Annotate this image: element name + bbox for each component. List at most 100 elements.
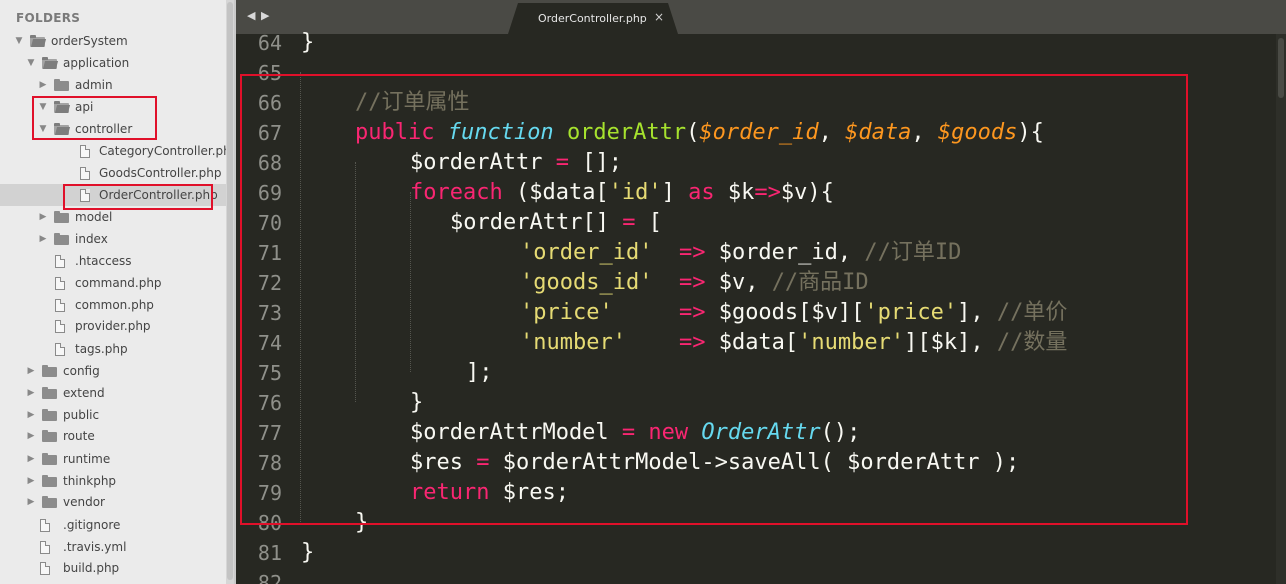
code-token: ($data[ — [502, 180, 609, 205]
sidebar-item[interactable]: ▶ model — [0, 206, 226, 228]
back-arrow-icon[interactable]: ◀ — [247, 9, 255, 22]
code-line[interactable]: $orderAttr = []; — [410, 148, 622, 178]
forward-arrow-icon[interactable]: ▶ — [261, 9, 269, 22]
sidebar-item[interactable]: tags.php — [0, 338, 226, 360]
sidebar-item-label: orderSystem — [51, 34, 128, 48]
code-token: //订单属性 — [355, 90, 470, 115]
sidebar-item[interactable]: build.php — [0, 557, 226, 579]
code-token: = — [622, 210, 636, 235]
code-line[interactable]: public function orderAttr($order_id, $da… — [355, 118, 1044, 148]
collapse-arrow-icon[interactable]: ▶ — [26, 360, 36, 382]
code-line[interactable]: $res = $orderAttrModel->saveAll( $orderA… — [410, 448, 1019, 478]
sidebar-item[interactable]: ▶ extend — [0, 382, 226, 404]
code-line[interactable]: 'order_id' => $order_id, //订单ID — [520, 238, 961, 268]
collapse-arrow-icon[interactable]: ▶ — [38, 74, 48, 96]
code-token: ], — [957, 300, 997, 325]
code-token: //单价 — [996, 300, 1068, 325]
code-token: //商品ID — [771, 270, 869, 295]
sidebar-item[interactable]: .gitignore — [0, 514, 226, 536]
code-line[interactable]: } — [301, 28, 314, 58]
file-icon — [55, 277, 65, 290]
expand-arrow-icon[interactable]: ▼ — [38, 118, 48, 140]
sidebar-item[interactable]: ▶ config — [0, 360, 226, 382]
tab-order-controller[interactable]: OrderController.php × — [508, 3, 678, 34]
code-token: 'id' — [608, 180, 662, 205]
close-icon[interactable]: × — [654, 10, 664, 24]
code-token: new — [648, 420, 702, 445]
expand-arrow-icon[interactable]: ▼ — [38, 96, 48, 118]
sidebar-item[interactable]: ▼ controller — [0, 118, 226, 140]
editor-scrollbar[interactable] — [1276, 34, 1286, 584]
collapse-arrow-icon[interactable]: ▶ — [26, 491, 36, 513]
collapse-arrow-icon[interactable]: ▶ — [26, 382, 36, 404]
expand-arrow-icon[interactable]: ▼ — [14, 30, 24, 52]
line-number: 64 — [257, 31, 282, 55]
sidebar-item[interactable]: ▶ thinkphp — [0, 470, 226, 492]
sidebar-item[interactable]: ▶ public — [0, 404, 226, 426]
sidebar-item[interactable]: ▶ admin — [0, 74, 226, 96]
code-line[interactable]: //订单属性 — [355, 88, 470, 118]
code-line[interactable]: } — [355, 508, 368, 538]
sidebar-item-label: extend — [63, 386, 105, 400]
sidebar-item-label: api — [75, 100, 94, 114]
sidebar-item[interactable]: OrderController.php — [0, 184, 226, 206]
code-token: ] — [661, 180, 689, 205]
collapse-arrow-icon[interactable]: ▶ — [26, 425, 36, 447]
collapse-arrow-icon[interactable]: ▶ — [26, 404, 36, 426]
code-line[interactable]: ]; — [466, 358, 493, 388]
collapse-arrow-icon[interactable]: ▶ — [38, 206, 48, 228]
line-number: 78 — [257, 451, 282, 475]
code-line[interactable]: } — [301, 538, 314, 568]
sidebar-item[interactable]: ▶ route — [0, 425, 226, 447]
sidebar-item[interactable]: .travis.yml — [0, 536, 226, 558]
sidebar-item[interactable]: ▶ index — [0, 228, 226, 250]
sidebar-item[interactable]: command.php — [0, 272, 226, 294]
code-line[interactable]: 'goods_id' => $v, //商品ID — [520, 268, 869, 298]
sidebar-item[interactable]: ▼ application — [0, 52, 226, 74]
collapse-arrow-icon[interactable]: ▶ — [38, 228, 48, 250]
code-line[interactable]: $orderAttr[] = [ — [450, 208, 662, 238]
code-line[interactable]: $orderAttrModel = new OrderAttr(); — [410, 418, 860, 448]
sidebar-item-label: tags.php — [75, 342, 128, 356]
sidebar-scroll-thumb[interactable] — [227, 2, 233, 580]
sidebar-scrollbar[interactable] — [226, 0, 234, 584]
folder-icon — [42, 496, 57, 508]
collapse-arrow-icon[interactable]: ▶ — [26, 470, 36, 492]
code-token: $res — [410, 450, 477, 475]
file-icon — [40, 519, 50, 532]
sidebar-item-label: common.php — [75, 298, 154, 312]
folder-icon — [54, 211, 69, 223]
code-line[interactable]: foreach ($data['id'] as $k=>$v){ — [410, 178, 834, 208]
code-token: = — [555, 150, 569, 175]
sidebar-item[interactable]: provider.php — [0, 315, 226, 337]
sidebar-item[interactable]: CategoryController.php — [0, 140, 236, 162]
sidebar-item[interactable]: common.php — [0, 294, 226, 316]
line-number: 71 — [257, 241, 282, 265]
sidebar-item[interactable]: ▶ vendor — [0, 491, 226, 513]
code-line[interactable]: } — [410, 388, 423, 418]
sidebar-item[interactable]: .htaccess — [0, 250, 226, 272]
collapse-arrow-icon[interactable]: ▶ — [26, 448, 36, 470]
editor-scroll-thumb[interactable] — [1278, 38, 1284, 98]
folder-icon — [42, 387, 57, 399]
sidebar-item[interactable]: ▶ runtime — [0, 448, 226, 470]
sidebar-item[interactable]: GoodsController.php — [0, 162, 226, 184]
code-editor[interactable]: 64} 65 66 //订单属性 67 public function orderAttr… — [236, 30, 1286, 584]
expand-arrow-icon[interactable]: ▼ — [26, 52, 36, 74]
tab-bar: ◀ ▶ OrderController.php × — [236, 0, 1286, 34]
sidebar-item[interactable]: ▼ orderSystem — [0, 30, 226, 52]
code-token: [ — [635, 210, 662, 235]
code-token: //订单ID — [864, 240, 962, 265]
code-token: ][$k], — [904, 330, 997, 355]
line-number: 70 — [257, 211, 282, 235]
sidebar-item[interactable]: ▼ api — [0, 96, 226, 118]
line-number: 82 — [257, 571, 282, 584]
code-line[interactable]: 'price' => $goods[$v]['price'], //单价 — [520, 298, 1067, 328]
code-line[interactable]: return $res; — [410, 478, 569, 508]
folder-icon — [30, 35, 45, 47]
code-line[interactable]: 'number' => $data['number'][$k], //数量 — [520, 328, 1067, 358]
line-number: 73 — [257, 301, 282, 325]
